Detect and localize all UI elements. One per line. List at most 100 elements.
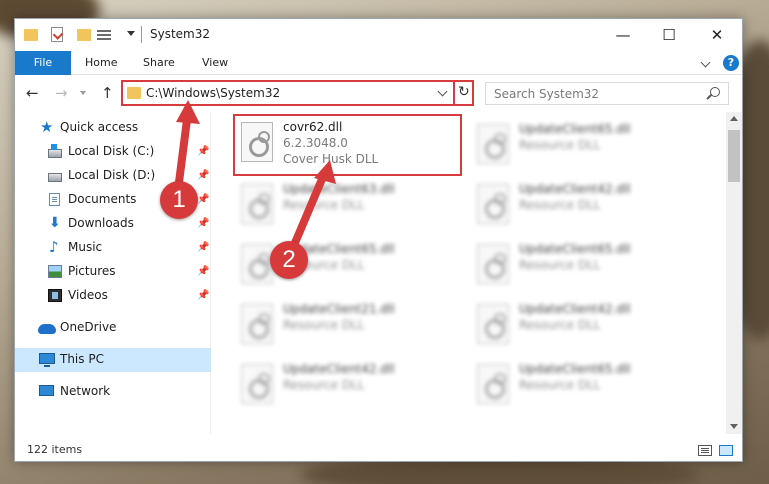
sidebar-item-music[interactable]: ♪ Music 📌 xyxy=(15,236,211,260)
tab-view[interactable]: View xyxy=(202,51,228,75)
minimize-button[interactable]: — xyxy=(600,19,646,51)
recent-locations-icon[interactable] xyxy=(80,91,86,95)
sidebar-item-videos[interactable]: Videos 📌 xyxy=(15,284,211,308)
address-bar[interactable]: C:\Windows\System32 ↻ xyxy=(121,80,474,106)
scrollbar-thumb[interactable] xyxy=(728,130,740,182)
title-bar: System32 — ☐ ✕ xyxy=(15,19,742,51)
file-description: Resource DLL xyxy=(519,258,601,272)
sidebar-item-network[interactable]: Network xyxy=(15,380,211,404)
file-name: UpdateClient21.dll xyxy=(283,302,395,316)
file-item[interactable]: UpdateClient42.dll Resource DLL xyxy=(235,358,465,414)
navigation-bar: ← → ↑ C:\Windows\System32 ↻ Search Syste… xyxy=(15,76,742,110)
file-item[interactable]: UpdateClient65.dll Resource DLL xyxy=(471,118,701,174)
file-name: UpdateClient65.dll xyxy=(519,242,631,256)
customize-qat-icon[interactable] xyxy=(97,28,113,42)
qat-dropdown-icon[interactable] xyxy=(127,31,135,36)
dll-file-icon xyxy=(241,122,273,162)
vertical-scrollbar[interactable] xyxy=(726,112,742,434)
search-input[interactable]: Search System32 xyxy=(485,82,729,105)
pin-icon: 📌 xyxy=(197,170,210,181)
file-description: Resource DLL xyxy=(283,378,365,392)
folder-icon xyxy=(24,29,38,41)
expand-ribbon-chevron-icon[interactable] xyxy=(700,57,711,68)
up-button[interactable]: ↑ xyxy=(101,85,114,101)
address-dropdown-icon[interactable] xyxy=(437,86,448,97)
search-icon[interactable] xyxy=(710,87,720,97)
sidebar-item-label: Videos xyxy=(68,288,108,302)
close-button[interactable]: ✕ xyxy=(694,19,740,51)
window-title: System32 xyxy=(150,27,211,41)
sidebar-item-label: Pictures xyxy=(68,264,116,278)
item-count: 122 items xyxy=(27,443,83,456)
file-name: UpdateClient42.dll xyxy=(519,182,631,196)
dll-file-icon xyxy=(241,184,273,224)
drive-c-icon xyxy=(48,144,62,158)
file-item[interactable]: UpdateClient42.dll Resource DLL xyxy=(471,298,701,354)
sidebar-item-this-pc[interactable]: This PC xyxy=(15,348,211,372)
sidebar-item-label: Music xyxy=(68,240,103,254)
file-item[interactable]: UpdateClient63.dll Resource DLL xyxy=(235,178,465,234)
file-explorer-window: System32 — ☐ ✕ File Home Share View ? ← … xyxy=(14,18,743,462)
dll-file-icon xyxy=(477,304,509,344)
file-item[interactable]: UpdateClient21.dll Resource DLL xyxy=(235,298,465,354)
sidebar-item-local-disk-c[interactable]: Local Disk (C:) 📌 xyxy=(15,140,211,164)
sidebar-item-label: OneDrive xyxy=(60,320,117,334)
tab-file[interactable]: File xyxy=(15,51,71,75)
file-description: Resource DLL xyxy=(519,378,601,392)
folder-icon xyxy=(127,87,141,99)
file-description: Cover Husk DLL xyxy=(283,152,379,166)
file-name: covr62.dll xyxy=(283,120,343,134)
pin-icon: 📌 xyxy=(197,290,210,301)
large-icons-view-icon[interactable] xyxy=(719,445,733,456)
sidebar-item-pictures[interactable]: Pictures 📌 xyxy=(15,260,211,284)
step-1-badge: 1 xyxy=(160,181,198,219)
sidebar-item-quick-access[interactable]: ★ Quick access xyxy=(15,116,211,140)
dll-file-icon xyxy=(477,184,509,224)
file-item[interactable]: UpdateClient65.dll Resource DLL xyxy=(471,238,701,294)
sidebar-item-label: Downloads xyxy=(68,216,134,230)
file-name: UpdateClient63.dll xyxy=(283,182,395,196)
file-item-covr62[interactable]: covr62.dll 6.2.3048.0 Cover Husk DLL xyxy=(233,114,462,176)
sidebar-item-label: Local Disk (C:) xyxy=(68,144,155,158)
file-item[interactable]: UpdateClient65.dll Resource DLL xyxy=(235,238,465,294)
ribbon-tabs: File Home Share View ? xyxy=(15,51,742,75)
search-placeholder: Search System32 xyxy=(494,87,600,101)
sidebar-item-label: This PC xyxy=(60,352,104,366)
pictures-icon xyxy=(48,265,62,278)
pin-icon: 📌 xyxy=(197,194,210,205)
file-description: Resource DLL xyxy=(519,138,601,152)
this-pc-icon xyxy=(39,353,55,367)
pin-icon: 📌 xyxy=(197,218,210,229)
scroll-up-arrow-icon[interactable] xyxy=(730,116,738,121)
file-name: UpdateClient42.dll xyxy=(283,362,395,376)
navigation-pane: ★ Quick access Local Disk (C:) 📌 Local D… xyxy=(15,112,211,434)
title-separator xyxy=(141,26,142,43)
file-name: UpdateClient65.dll xyxy=(519,362,631,376)
star-icon: ★ xyxy=(40,118,54,136)
details-view-icon[interactable] xyxy=(698,445,712,456)
drive-d-icon xyxy=(48,173,62,182)
file-name: UpdateClient65.dll xyxy=(519,122,631,136)
file-name: UpdateClient42.dll xyxy=(519,302,631,316)
sidebar-item-label: Quick access xyxy=(60,120,139,134)
tab-share[interactable]: Share xyxy=(143,51,175,75)
properties-icon[interactable] xyxy=(51,27,63,42)
maximize-button[interactable]: ☐ xyxy=(646,19,692,51)
dll-file-icon xyxy=(241,244,273,284)
help-icon[interactable]: ? xyxy=(723,55,739,71)
file-item[interactable]: UpdateClient42.dll Resource DLL xyxy=(471,178,701,234)
tab-home[interactable]: Home xyxy=(85,51,117,75)
pin-icon: 📌 xyxy=(197,242,210,253)
sidebar-item-onedrive[interactable]: OneDrive xyxy=(15,316,211,340)
back-button[interactable]: ← xyxy=(26,85,39,101)
file-description: Resource DLL xyxy=(283,318,365,332)
new-folder-icon[interactable] xyxy=(77,29,91,41)
sidebar-item-label: Documents xyxy=(68,192,137,206)
forward-button[interactable]: → xyxy=(55,85,68,101)
address-path[interactable]: C:\Windows\System32 xyxy=(146,86,280,100)
network-icon xyxy=(39,385,54,396)
file-item[interactable]: UpdateClient65.dll Resource DLL xyxy=(471,358,701,414)
scroll-down-arrow-icon[interactable] xyxy=(730,424,738,429)
refresh-button[interactable]: ↻ xyxy=(458,84,470,100)
dll-file-icon xyxy=(477,124,509,164)
